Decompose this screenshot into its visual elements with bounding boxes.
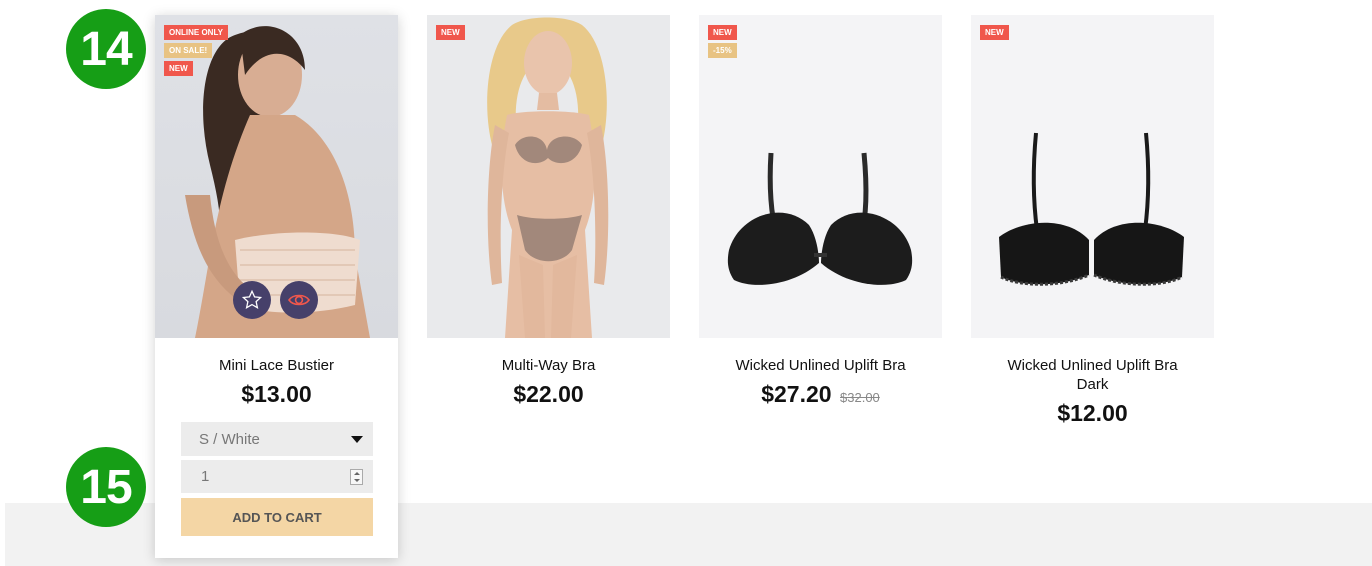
- wishlist-button[interactable]: [233, 281, 271, 319]
- badge-group: ONLINE ONLY ON SALE! NEW: [164, 25, 228, 76]
- product-card[interactable]: ONLINE ONLY ON SALE! NEW Mini Lace Busti…: [155, 15, 398, 408]
- price-row: $13.00: [155, 381, 398, 408]
- product-image[interactable]: NEW: [971, 15, 1214, 338]
- increment-arrow[interactable]: [353, 471, 360, 475]
- product-card[interactable]: NEW -15% Wicked Unlined Uplift Bra $27.2…: [699, 15, 942, 408]
- callout-15: 15: [66, 447, 146, 527]
- quantity-value: 1: [201, 468, 210, 485]
- star-icon: [241, 289, 263, 309]
- price-row: $22.00: [427, 381, 670, 408]
- add-to-cart-button[interactable]: ADD TO CART: [181, 498, 373, 536]
- badge-group: NEW: [436, 25, 465, 40]
- quick-actions: [233, 281, 318, 319]
- badge-on-sale: ON SALE!: [164, 43, 213, 58]
- quantity-stepper[interactable]: 1: [181, 460, 373, 493]
- variant-select[interactable]: S / White: [181, 422, 373, 456]
- add-to-cart-form: S / White 1 ADD TO CART: [181, 422, 373, 536]
- badge-new: NEW: [164, 61, 193, 76]
- product-image[interactable]: NEW: [427, 15, 670, 338]
- bra-photo: [999, 132, 1184, 286]
- badge-group: NEW -15%: [708, 25, 737, 58]
- quick-view-button[interactable]: [280, 281, 318, 319]
- product-title[interactable]: Wicked Unlined Uplift Bra Dark: [971, 356, 1214, 394]
- price-row: $27.20 $32.00: [699, 381, 942, 408]
- badge-new: NEW: [980, 25, 1009, 40]
- callout-14: 14: [66, 9, 146, 89]
- product-price: $27.20: [761, 381, 832, 407]
- product-price: $13.00: [241, 381, 312, 407]
- caret-down-icon: [351, 435, 363, 443]
- model-photo: [487, 17, 609, 338]
- price-row: $12.00: [971, 400, 1214, 427]
- eye-icon: [288, 294, 310, 306]
- product-image[interactable]: ONLINE ONLY ON SALE! NEW: [155, 15, 398, 338]
- bra-photo: [727, 152, 913, 285]
- original-price: $32.00: [840, 390, 880, 405]
- product-title[interactable]: Wicked Unlined Uplift Bra: [699, 356, 942, 375]
- badge-new: NEW: [436, 25, 465, 40]
- product-price: $12.00: [1057, 400, 1128, 426]
- product-card[interactable]: NEW Multi-Way Bra $22.00: [427, 15, 670, 408]
- badge-discount: -15%: [708, 43, 737, 58]
- product-card[interactable]: NEW Wicked Unlined Uplift Bra Dark $12.0…: [971, 15, 1214, 427]
- badge-group: NEW: [980, 25, 1009, 40]
- variant-selected-value: S / White: [199, 430, 260, 448]
- decrement-arrow[interactable]: [353, 478, 360, 482]
- product-title[interactable]: Mini Lace Bustier: [155, 356, 398, 375]
- badge-online-only: ONLINE ONLY: [164, 25, 228, 40]
- product-image[interactable]: NEW -15%: [699, 15, 942, 338]
- product-price: $22.00: [513, 381, 584, 407]
- product-title[interactable]: Multi-Way Bra: [427, 356, 670, 375]
- spinner-icon[interactable]: [350, 468, 363, 485]
- badge-new: NEW: [708, 25, 737, 40]
